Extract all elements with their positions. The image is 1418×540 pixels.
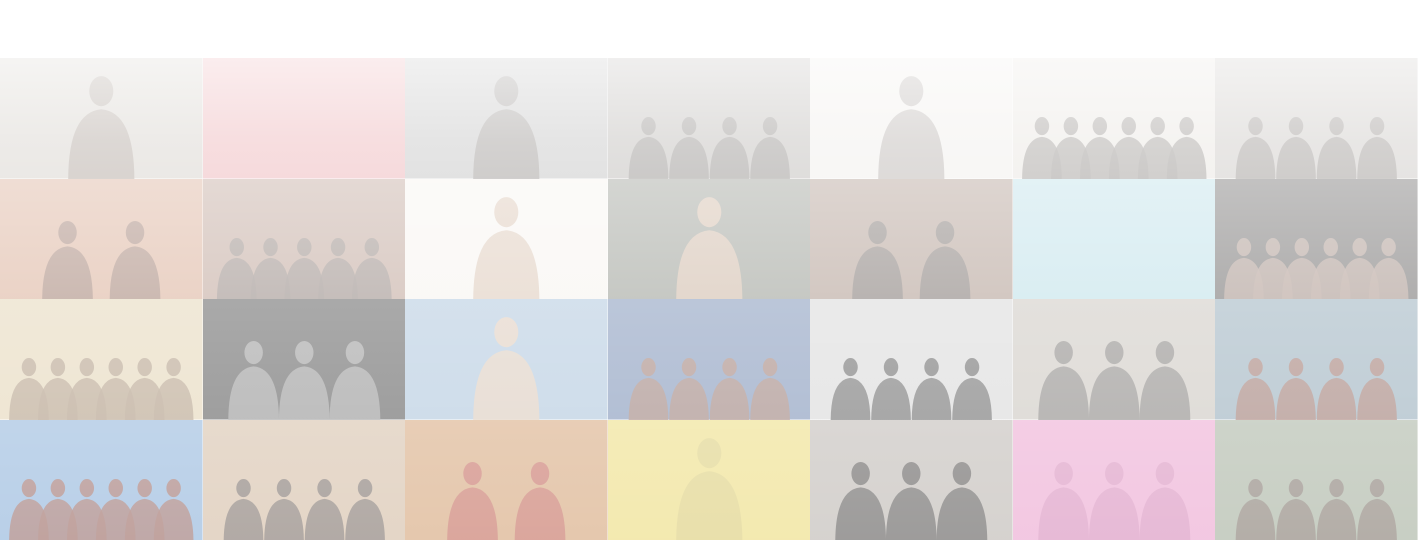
artist-tile-band-group-photo[interactable] (1215, 58, 1418, 179)
artist-photo (810, 299, 1013, 420)
artist-tile-solid-light-blue[interactable] (1012, 178, 1216, 299)
artist-tile-solid-pink-card[interactable] (1012, 419, 1216, 540)
artist-tile-band-in-field[interactable] (0, 299, 203, 420)
artist-photo (202, 58, 406, 179)
artist-tile-solid-color-card[interactable] (202, 58, 406, 179)
artist-photo (405, 299, 608, 420)
artist-tile-band-against-wall[interactable] (202, 178, 406, 299)
artist-photo (1215, 299, 1418, 420)
artist-tile-band-group-photo[interactable] (607, 58, 811, 179)
photo-background (810, 178, 1013, 299)
artist-photo (1012, 299, 1216, 420)
artist-tile-portrait-woman-long-hair[interactable] (405, 58, 608, 179)
artist-photo (1215, 178, 1418, 299)
artist-photo (0, 58, 203, 179)
artist-tile-street-scene-band[interactable] (1012, 299, 1216, 420)
artist-tile-guitarist-light-background[interactable] (810, 58, 1013, 179)
artist-photo (1012, 58, 1216, 179)
photo-background (202, 58, 406, 179)
artist-photo (810, 178, 1013, 299)
artist-photo (607, 178, 811, 299)
photo-background (1012, 178, 1216, 299)
artist-photo (405, 178, 608, 299)
artist-tile-man-sunglasses-blue-sky[interactable] (405, 299, 608, 420)
artist-image-grid (0, 58, 1418, 540)
artist-photo (202, 419, 406, 540)
artist-tile-band-in-woods[interactable] (1215, 419, 1418, 540)
artist-photo (1215, 419, 1418, 540)
artist-tile-band-dark-background[interactable] (1215, 178, 1418, 299)
artist-photo (0, 299, 203, 420)
artist-photo (405, 58, 608, 179)
artist-photo (202, 178, 406, 299)
artist-tile-two-people-sofa[interactable] (810, 178, 1013, 299)
artist-tile-two-women-singing[interactable] (0, 178, 203, 299)
photo-background (0, 178, 203, 299)
artist-tile-band-blue-sky[interactable] (0, 419, 203, 540)
artist-photo (0, 178, 203, 299)
artist-tile-band-with-balloons[interactable] (1012, 58, 1216, 179)
artist-tile-solid-yellow-card[interactable] (607, 419, 811, 540)
photo-background (405, 419, 608, 540)
artist-tile-trio-black-background[interactable] (202, 299, 406, 420)
artist-tile-portrait-blonde-woman[interactable] (405, 178, 608, 299)
artist-tile-studio-red-hood[interactable] (405, 419, 608, 540)
artist-tile-portrait-woman-curly-hair[interactable] (0, 58, 203, 179)
artist-photo (810, 419, 1013, 540)
artist-photo (1012, 419, 1216, 540)
artist-photo (405, 419, 608, 540)
artist-photo (1215, 58, 1418, 179)
artist-photo (607, 58, 811, 179)
artist-photo (607, 299, 811, 420)
artist-tile-band-sitting-steps[interactable] (810, 419, 1013, 540)
artist-tile-masked-figure-garden[interactable] (607, 178, 811, 299)
artist-tile-band-blue-background[interactable] (607, 299, 811, 420)
artist-photo (810, 58, 1013, 179)
artist-tile-band-in-blue-field[interactable] (1215, 299, 1418, 420)
artist-tile-band-wooden-wall[interactable] (202, 419, 406, 540)
artist-photo (0, 419, 203, 540)
artist-tile-band-black-and-white[interactable] (810, 299, 1013, 420)
artist-photo (607, 419, 811, 540)
artist-photo (1012, 178, 1216, 299)
artist-photo (202, 299, 406, 420)
